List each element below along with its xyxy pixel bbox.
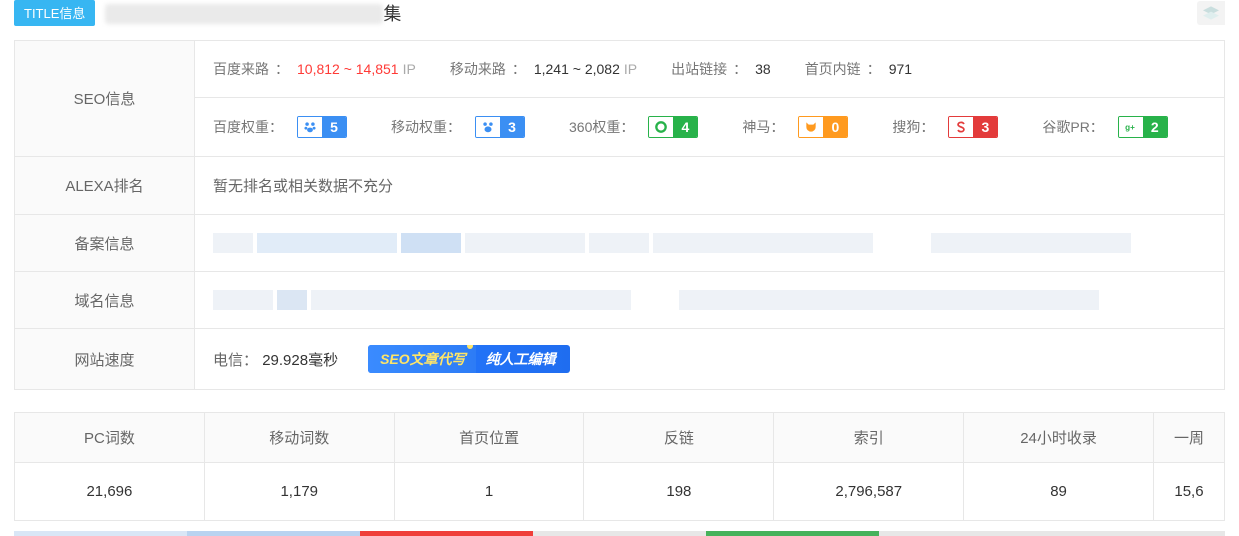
stats-header-cell[interactable]: 移动词数 — [205, 413, 395, 462]
weight-value: 3 — [973, 117, 997, 137]
weight-label: 移动权重： — [391, 117, 461, 137]
weight-value: 0 — [823, 117, 847, 137]
ring-icon — [649, 117, 673, 137]
stats-header-cell[interactable]: 24小时收录 — [964, 413, 1154, 462]
layers-icon[interactable] — [1197, 1, 1225, 25]
paw-icon — [298, 117, 322, 137]
baidu-traffic-label: 百度来路 — [213, 59, 269, 79]
seo-traffic-row: 百度来路： 10,812 ~ 14,851IP 移动来路： 1,241 ~ 2,… — [195, 41, 1224, 98]
row-speed: 网站速度 电信： 29.928毫秒 SEO文章代写 纯人工编辑 — [15, 329, 1224, 389]
stats-header-cell[interactable]: 索引 — [774, 413, 964, 462]
seo-weights-row: 百度权重： 5 移动权重： 3 360权重： 4 神马： 0 搜狗： 3 谷歌PR： g+ 2 — [195, 98, 1224, 156]
promo-button[interactable]: SEO文章代写 纯人工编辑 — [368, 345, 570, 373]
beian-body — [195, 215, 1224, 271]
weight-label: 谷歌PR： — [1042, 117, 1103, 137]
stats-value-cell[interactable]: 2,796,587 — [774, 463, 964, 520]
stats-value-cell[interactable]: 15,6 — [1154, 463, 1224, 520]
stats-value-cell[interactable]: 1 — [395, 463, 585, 520]
row-seo: SEO信息 百度来路： 10,812 ~ 14,851IP 移动来路： 1,24… — [15, 41, 1224, 157]
weight-label: 搜狗： — [892, 117, 934, 137]
seo-body: 百度来路： 10,812 ~ 14,851IP 移动来路： 1,241 ~ 2,… — [195, 41, 1224, 156]
stats-value-cell[interactable]: 198 — [584, 463, 774, 520]
info-table: SEO信息 百度来路： 10,812 ~ 14,851IP 移动来路： 1,24… — [14, 40, 1225, 390]
weight-label: 百度权重： — [213, 117, 283, 137]
s-icon — [949, 117, 973, 137]
svg-text:g+: g+ — [1125, 123, 1135, 132]
bottom-accent-bars — [14, 531, 1225, 536]
speed-body: 电信： 29.928毫秒 SEO文章代写 纯人工编辑 — [195, 329, 1224, 389]
gplus-icon: g+ — [1119, 117, 1143, 137]
weight-badge[interactable]: 5 — [297, 116, 347, 138]
stats-value-cell[interactable]: 21,696 — [15, 463, 205, 520]
outlink-value[interactable]: 38 — [755, 61, 771, 77]
weight-value: 3 — [500, 117, 524, 137]
title-bar: TITLE信息 集 — [0, 0, 1239, 32]
kv-outlink: 出站链接： 38 — [671, 59, 771, 79]
promo-text-2: 纯人工编辑 — [476, 345, 570, 373]
kv-inlink: 首页内链： 971 — [805, 59, 912, 79]
mobile-traffic-label: 移动来路 — [450, 59, 506, 79]
redacted-title — [105, 4, 383, 24]
weight-value: 4 — [673, 117, 697, 137]
row-label-alexa: ALEXA排名 — [15, 157, 195, 214]
row-label-beian: 备案信息 — [15, 215, 195, 271]
alexa-body: 暂无排名或相关数据不充分 — [195, 157, 1224, 214]
stats-header-cell[interactable]: 反链 — [584, 413, 774, 462]
weight-badge[interactable]: 4 — [648, 116, 698, 138]
domain-body — [195, 272, 1224, 328]
redacted-beian — [213, 233, 1131, 253]
inlink-value[interactable]: 971 — [889, 61, 912, 77]
promo-text-1: SEO文章代写 — [368, 345, 476, 373]
weight-s360[interactable]: 360权重： 4 — [569, 116, 702, 138]
weight-google[interactable]: 谷歌PR： g+ 2 — [1042, 116, 1171, 138]
outlink-label: 出站链接 — [671, 59, 727, 79]
stats-table: PC词数移动词数首页位置反链索引24小时收录一周 21,6961,1791198… — [14, 412, 1225, 521]
title-suffix: 集 — [383, 4, 401, 24]
speed-value[interactable]: 29.928毫秒 — [262, 352, 338, 369]
weight-label: 360权重： — [569, 117, 634, 137]
weight-value: 2 — [1143, 117, 1167, 137]
row-label-speed: 网站速度 — [15, 329, 195, 389]
title-pill: TITLE信息 — [14, 0, 95, 26]
kv-baidu-traffic: 百度来路： 10,812 ~ 14,851IP — [213, 59, 416, 79]
redacted-domain — [213, 290, 1099, 310]
stats-value-cell[interactable]: 1,179 — [205, 463, 395, 520]
weight-badge[interactable]: 3 — [948, 116, 998, 138]
weight-sogou[interactable]: 搜狗： 3 — [892, 116, 1002, 138]
row-label-domain: 域名信息 — [15, 272, 195, 328]
stats-header-cell[interactable]: 一周 — [1154, 413, 1224, 462]
row-label-seo: SEO信息 — [15, 41, 195, 156]
stats-header-cell[interactable]: PC词数 — [15, 413, 205, 462]
mobile-traffic-value[interactable]: 1,241 ~ 2,082IP — [534, 61, 637, 77]
weight-badge[interactable]: 0 — [798, 116, 848, 138]
paw-m-icon — [476, 117, 500, 137]
stats-header-row: PC词数移动词数首页位置反链索引24小时收录一周 — [15, 413, 1224, 463]
row-beian: 备案信息 — [15, 215, 1224, 272]
stats-header-cell[interactable]: 首页位置 — [395, 413, 585, 462]
weight-badge[interactable]: g+ 2 — [1118, 116, 1168, 138]
weight-label: 神马： — [742, 117, 784, 137]
baidu-traffic-value[interactable]: 10,812 ~ 14,851IP — [297, 61, 416, 77]
weight-shenma[interactable]: 神马： 0 — [742, 116, 852, 138]
weight-mbaidu[interactable]: 移动权重： 3 — [391, 116, 529, 138]
kv-mobile-traffic: 移动来路： 1,241 ~ 2,082IP — [450, 59, 637, 79]
alexa-text: 暂无排名或相关数据不充分 — [213, 175, 393, 196]
weight-badge[interactable]: 3 — [475, 116, 525, 138]
stats-value-cell[interactable]: 89 — [964, 463, 1154, 520]
stats-value-row: 21,6961,17911982,796,5878915,6 — [15, 463, 1224, 520]
speed-value-group: 电信： 29.928毫秒 — [213, 349, 338, 370]
weight-baidu[interactable]: 百度权重： 5 — [213, 116, 351, 138]
cat-icon — [799, 117, 823, 137]
inlink-label: 首页内链 — [805, 59, 861, 79]
weight-value: 5 — [322, 117, 346, 137]
page-title: 集 — [105, 0, 1187, 26]
row-domain: 域名信息 — [15, 272, 1224, 329]
speed-isp-label: 电信 — [213, 352, 243, 369]
row-alexa: ALEXA排名 暂无排名或相关数据不充分 — [15, 157, 1224, 215]
